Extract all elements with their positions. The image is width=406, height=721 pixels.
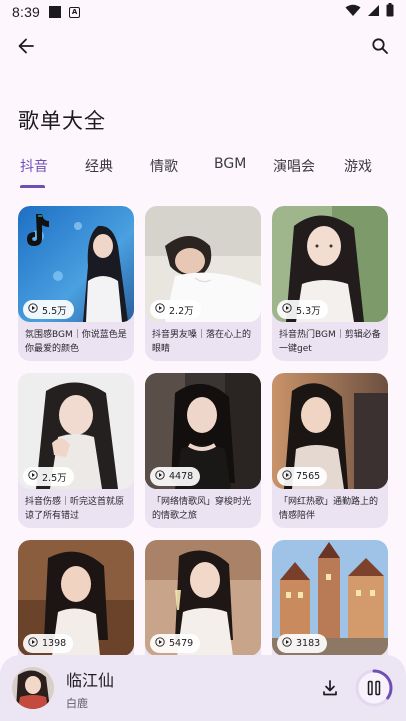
tab-love-songs[interactable]: 情歌 [150, 156, 178, 176]
status-bar: 8:39 A [0, 0, 406, 24]
notification-a-icon: A [69, 6, 81, 18]
wifi-icon [345, 4, 361, 21]
search-icon [371, 37, 389, 59]
playlist-title: 「网络情歌风」穿梭时光的情歌之旅 [152, 497, 252, 521]
page-title: 歌单大全 [18, 109, 106, 133]
tab-douyin[interactable]: 抖音 [20, 156, 48, 176]
play-circle-icon [282, 637, 292, 650]
play-count: 5.3万 [296, 305, 321, 317]
tab-indicator [20, 185, 45, 188]
playlist-card[interactable]: 5.5万 氛围感BGM｜你说蓝色是你最爱的颜色 [18, 206, 134, 361]
signal-icon [367, 4, 380, 21]
playlist-card[interactable]: 4478 「网络情歌风」穿梭时光的情歌之旅 [145, 373, 261, 528]
play-count-badge: 2.2万 [150, 300, 201, 319]
play-count: 3183 [296, 638, 321, 649]
download-icon [321, 679, 339, 701]
tab-concert[interactable]: 演唱会 [273, 156, 315, 176]
play-circle-icon [28, 470, 38, 483]
category-tabs: 抖音 经典 情歌 BGM 演唱会 游戏 [0, 150, 406, 190]
back-button[interactable] [12, 34, 40, 62]
play-count-badge: 5.5万 [23, 300, 74, 319]
now-playing-cover [12, 667, 54, 709]
play-circle-icon [282, 303, 292, 316]
playlist-card[interactable]: 7565 「网红热歌」通勤路上的情感陪伴 [272, 373, 388, 528]
playlist-title: 抖音热门BGM｜剪辑必备一键get [279, 330, 381, 354]
play-count-badge: 3183 [277, 634, 328, 653]
play-count: 2.2万 [169, 305, 194, 317]
playlist-card[interactable]: 5.3万 抖音热门BGM｜剪辑必备一键get [272, 206, 388, 361]
play-count: 4478 [169, 471, 194, 482]
tab-classic[interactable]: 经典 [85, 156, 113, 176]
playlist-title: 氛围感BGM｜你说蓝色是你最爱的颜色 [25, 330, 127, 354]
playlist-card[interactable]: 2.2万 抖音男友嗓｜落在心上的眼睛 [145, 206, 261, 361]
playlist-card[interactable]: 2.5万 抖音伤感｜听完这首就原谅了所有错过 [18, 373, 134, 528]
play-count-badge: 7565 [277, 467, 328, 486]
top-app-bar [0, 28, 406, 68]
play-count: 1398 [42, 638, 67, 649]
play-circle-icon [282, 470, 292, 483]
play-circle-icon [155, 303, 165, 316]
playlist-title: 「网红热歌」通勤路上的情感陪伴 [279, 497, 379, 521]
notification-icon [49, 6, 62, 18]
play-circle-icon [155, 470, 165, 483]
playlist-title: 抖音伤感｜听完这首就原谅了所有错过 [25, 497, 125, 521]
play-count-badge: 5.3万 [277, 300, 328, 319]
play-count: 7565 [296, 471, 321, 482]
status-time: 8:39 [12, 4, 41, 20]
play-circle-icon [28, 303, 38, 316]
play-pause-button[interactable] [354, 668, 394, 708]
play-circle-icon [155, 637, 165, 650]
play-count: 5479 [169, 638, 194, 649]
download-button[interactable] [318, 678, 342, 702]
mini-player[interactable]: 临江仙 白鹿 [0, 655, 406, 721]
play-count-badge: 5479 [150, 634, 201, 653]
now-playing-title: 临江仙 [66, 671, 115, 690]
play-count-badge: 4478 [150, 467, 201, 486]
tab-bgm[interactable]: BGM [214, 156, 246, 172]
battery-icon [386, 3, 394, 21]
arrow-back-icon [17, 37, 35, 59]
now-playing-artist: 白鹿 [66, 697, 88, 710]
search-button[interactable] [366, 34, 394, 62]
tab-games[interactable]: 游戏 [344, 156, 372, 176]
playlist-title: 抖音男友嗓｜落在心上的眼睛 [152, 330, 252, 354]
play-count-badge: 1398 [23, 634, 74, 653]
play-circle-icon [28, 637, 38, 650]
play-count: 2.5万 [42, 472, 67, 484]
play-count: 5.5万 [42, 305, 67, 317]
play-count-badge: 2.5万 [23, 467, 74, 486]
